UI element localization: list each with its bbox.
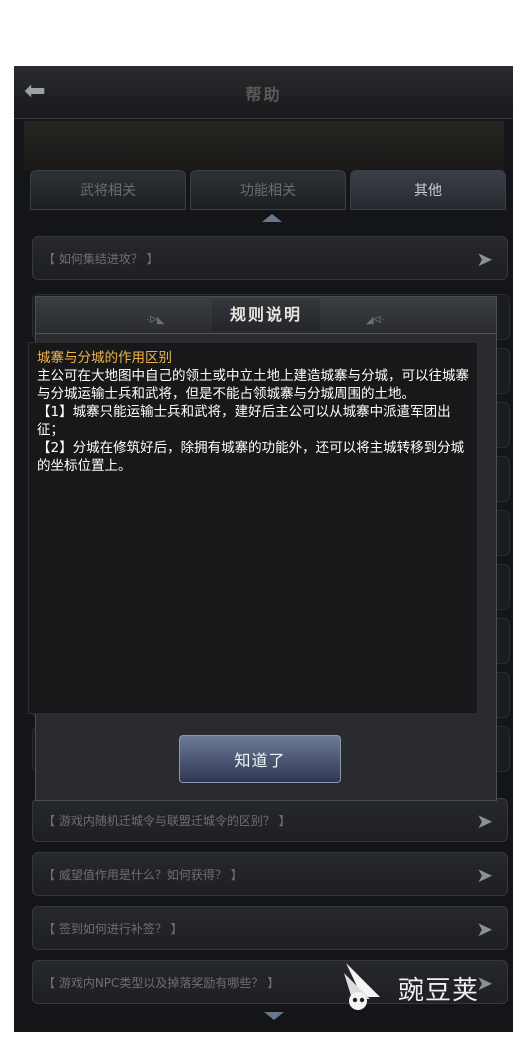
watermark: 豌豆荚	[340, 955, 510, 1015]
faq-item[interactable]: 【 威望值作用是什么？如何获得？ 】 ➤	[32, 852, 508, 896]
top-bar: ⬅ 帮助	[14, 66, 513, 119]
scroll-down-icon[interactable]	[264, 1012, 284, 1020]
wandoujia-logo-icon	[344, 963, 380, 1010]
faq-item-label: 【 游戏内随机迁城令与联盟迁城令的区别？ 】	[43, 813, 291, 828]
tab-other[interactable]: 其他	[350, 170, 506, 210]
rules-content: 城寨与分城的作用区别 主公可在大地图中自己的领土或中立土地上建造城寨与分城，可以…	[28, 342, 478, 714]
chevron-right-icon: ➤	[476, 917, 493, 941]
ornament-right-icon: ◢ᐊ·	[366, 315, 385, 326]
ornament-left-icon: ·ᐅ◣	[146, 315, 165, 326]
chevron-right-icon: ➤	[476, 863, 493, 887]
tab-bar: 武将相关 功能相关 其他	[30, 170, 506, 210]
dialog-header: ·ᐅ◣ 规则说明 ◢ᐊ·	[36, 297, 496, 334]
faq-item-label: 【 如何集结进攻？ 】	[43, 251, 159, 266]
faq-item-label: 【 签到如何进行补签？ 】	[43, 921, 183, 936]
faq-item[interactable]: 【 如何集结进攻？ 】 ➤	[32, 236, 508, 280]
chevron-right-icon: ➤	[476, 809, 493, 833]
faq-item-label: 【 游戏内NPC类型以及掉落奖励有哪些？ 】	[43, 975, 280, 990]
banner	[24, 121, 504, 171]
faq-item[interactable]: 【 游戏内随机迁城令与联盟迁城令的区别？ 】 ➤	[32, 798, 508, 842]
rules-paragraph: 【2】分城在修筑好后，除拥有城寨的功能外，还可以将主城转移到分城的坐标位置上。	[37, 440, 465, 474]
faq-item-label: 【 威望值作用是什么？如何获得？ 】	[43, 867, 243, 882]
rules-paragraph: 主公可在大地图中自己的领土或中立土地上建造城寨与分城，可以往城寨与分城运输士兵和…	[37, 368, 469, 402]
tab-features[interactable]: 功能相关	[190, 170, 346, 210]
watermark-text: 豌豆荚	[398, 976, 480, 1006]
faq-item[interactable]: 【 签到如何进行补签？ 】 ➤	[32, 906, 508, 950]
page-title: 帮助	[245, 85, 282, 104]
chevron-right-icon: ➤	[476, 247, 493, 271]
scroll-up-icon[interactable]	[262, 214, 282, 222]
tab-general[interactable]: 武将相关	[30, 170, 186, 210]
ok-button[interactable]: 知道了	[179, 735, 341, 783]
dialog-title: 规则说明	[212, 299, 320, 331]
rules-paragraph: 【1】城寨只能运输士兵和武将，建好后主公可以从城寨中派遣军团出征；	[37, 404, 451, 438]
rules-heading: 城寨与分城的作用区别	[37, 350, 172, 366]
